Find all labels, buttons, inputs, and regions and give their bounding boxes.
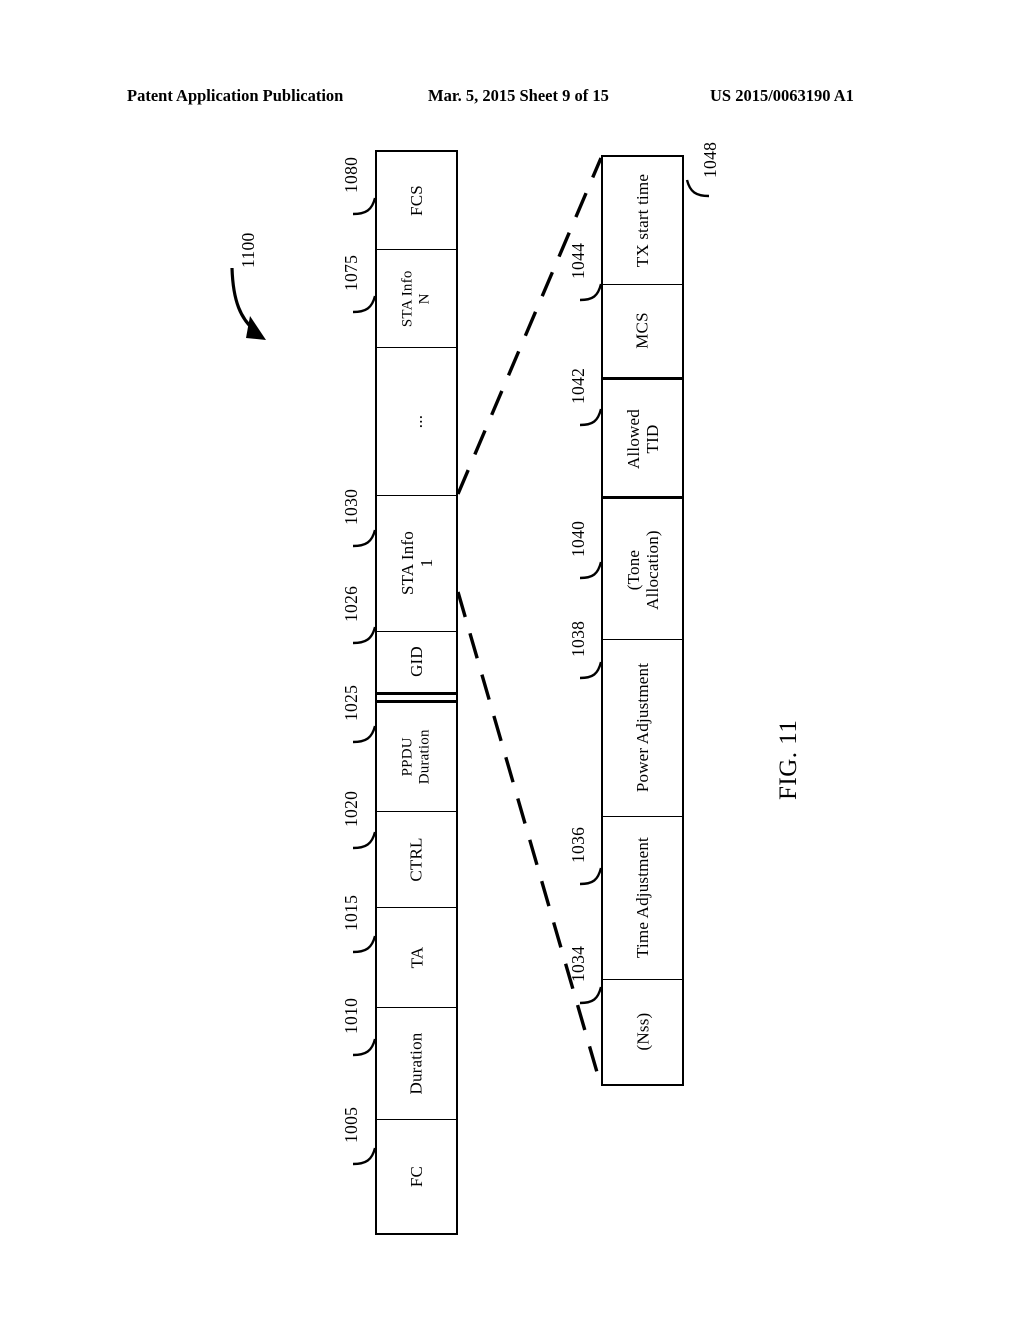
subfield-mcs: MCS <box>603 285 682 380</box>
field-label: STA Info <box>397 531 417 596</box>
subfield-tone-allocation: (Tone Allocation) <box>603 502 682 640</box>
overall-ref-arrow <box>230 267 266 340</box>
ref-1040: 1040 <box>568 520 588 557</box>
leader-1044 <box>579 283 603 302</box>
field-fcs: FCS <box>377 152 456 250</box>
subfield-label-2: Allocation) <box>642 530 662 611</box>
field-duration: Duration <box>377 1008 456 1120</box>
leader-1075 <box>352 295 377 314</box>
leader-1038 <box>579 661 603 680</box>
leader-1020 <box>352 831 377 850</box>
field-sta-info-1: STA Info 1 <box>377 496 456 632</box>
subfield-label: MCS <box>632 312 652 350</box>
field-label: TA <box>406 946 426 969</box>
leader-1048 <box>685 179 710 198</box>
field-label: ... <box>406 414 426 429</box>
ref-1042: 1042 <box>568 367 588 404</box>
field-label: Duration <box>406 1032 426 1095</box>
field-ctrl: CTRL <box>377 812 456 908</box>
ref-1025: 1025 <box>341 684 361 721</box>
leader-1036 <box>579 867 603 886</box>
field-sta-info-n: STA Info N <box>377 250 456 348</box>
leader-1034 <box>579 986 603 1005</box>
field-label-2: Duration <box>416 729 433 785</box>
figure-11-diagram: 1100 FIG. 11 FCS STA Info N ... STA Info 1… <box>0 0 1024 1320</box>
sta-info-field-expansion: TX start time MCS Allowed TID (Tone Alloca… <box>601 155 684 1086</box>
subfield-label: Power Adjustment <box>632 663 652 793</box>
expansion-line-upper <box>456 157 603 495</box>
leader-1005 <box>352 1147 377 1166</box>
ref-1020: 1020 <box>341 790 361 827</box>
leader-1080 <box>352 197 377 216</box>
ref-1026: 1026 <box>341 585 361 622</box>
ref-1048: 1048 <box>700 141 720 178</box>
figure-caption: FIG. 11 <box>775 719 802 800</box>
field-fc: FC <box>377 1120 456 1233</box>
ref-1080: 1080 <box>341 156 361 193</box>
field-label-2: 1 <box>416 559 436 568</box>
connector-overlay <box>230 157 710 1166</box>
subfield-time-adjustment: Time Adjustment <box>603 817 682 980</box>
trigger-frame-format: FCS STA Info N ... STA Info 1 GID PPDU Dura… <box>375 150 458 1235</box>
subfield-power-adjustment: Power Adjustment <box>603 640 682 817</box>
field-ellipsis: ... <box>377 348 456 496</box>
ref-1030: 1030 <box>341 488 361 525</box>
subfield-label: TX start time <box>632 173 652 268</box>
field-label: STA Info <box>399 270 416 327</box>
ref-1100: 1100 <box>238 232 258 268</box>
subfield-label: (Nss) <box>632 1013 652 1051</box>
ref-1015: 1015 <box>341 894 361 931</box>
ref-1044: 1044 <box>568 242 588 279</box>
leader-1010 <box>352 1038 377 1057</box>
leader-1015 <box>352 935 377 954</box>
leader-1040 <box>579 561 603 580</box>
field-label: FC <box>406 1165 426 1188</box>
subfield-label: (Tone <box>623 550 643 591</box>
leader-1042 <box>579 408 603 427</box>
ref-1005: 1005 <box>341 1106 361 1143</box>
field-label: CTRL <box>406 837 426 882</box>
subfield-tx-start-time: TX start time <box>603 157 682 285</box>
ref-1075: 1075 <box>341 254 361 291</box>
field-gid: GID <box>377 632 456 695</box>
ref-1038: 1038 <box>568 620 588 657</box>
subfield-label-2: TID <box>642 425 662 454</box>
ref-1010: 1010 <box>341 997 361 1034</box>
subfield-label: Allowed <box>623 409 643 470</box>
field-label: PPDU <box>399 737 416 777</box>
leader-1025 <box>352 725 377 744</box>
subfield-nss: (Nss) <box>603 980 682 1084</box>
subfield-label: Time Adjustment <box>632 837 652 959</box>
leader-1026 <box>352 626 377 645</box>
field-label: FCS <box>406 185 426 216</box>
subfield-allowed-tid: Allowed TID <box>603 383 682 499</box>
field-ta: TA <box>377 908 456 1008</box>
leader-1030 <box>352 529 377 548</box>
field-label: GID <box>406 646 426 678</box>
field-label-2: N <box>416 292 433 305</box>
field-ppdu-duration: PPDU Duration <box>377 700 456 812</box>
ref-1034: 1034 <box>568 945 588 982</box>
ref-1036: 1036 <box>568 826 588 863</box>
